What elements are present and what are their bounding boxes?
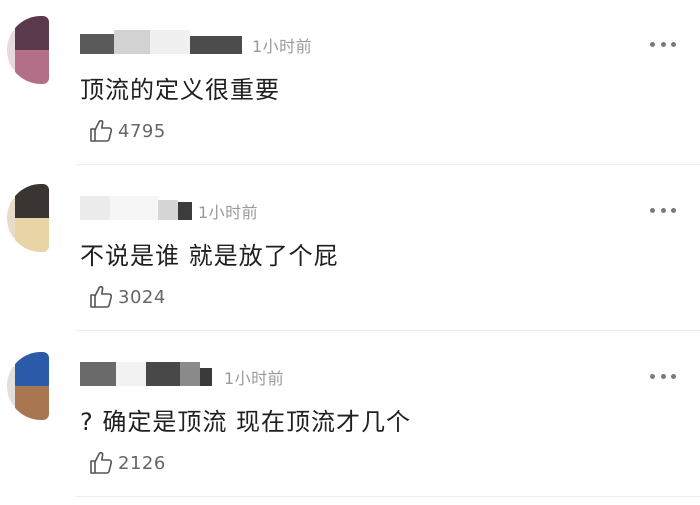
username-redacted[interactable]	[80, 362, 212, 386]
divider	[76, 164, 700, 165]
thumbs-up-icon	[90, 119, 113, 142]
comment-time: 1小时前	[252, 37, 313, 56]
comment-text: 顶流的定义很重要	[80, 76, 280, 104]
comment-text: 不说是谁 就是放了个屁	[80, 242, 339, 270]
divider	[76, 496, 700, 497]
comment-time: 1小时前	[224, 369, 285, 388]
thumbs-up-icon	[90, 285, 113, 308]
comment-item: 1小时前 顶流的定义很重要 4795	[0, 0, 700, 166]
avatar[interactable]	[7, 184, 49, 252]
comment-time: 1小时前	[198, 203, 259, 222]
more-dots-icon[interactable]	[650, 372, 676, 380]
comment-item: 1小时前 ? 确定是顶流 现在顶流才几个 2126	[0, 332, 700, 498]
avatar[interactable]	[7, 16, 49, 84]
thumbs-up-icon	[90, 451, 113, 474]
username-redacted[interactable]	[80, 196, 192, 220]
like-button[interactable]: 2126	[88, 450, 166, 476]
more-dots-icon[interactable]	[650, 40, 676, 48]
like-count: 2126	[118, 452, 166, 474]
like-button[interactable]: 4795	[88, 118, 166, 144]
comment-item: 1小时前 不说是谁 就是放了个屁 3024	[0, 166, 700, 332]
comment-text: ? 确定是顶流 现在顶流才几个	[80, 408, 411, 436]
more-dots-icon[interactable]	[650, 206, 676, 214]
username-redacted[interactable]	[80, 30, 242, 54]
avatar[interactable]	[7, 352, 49, 420]
like-button[interactable]: 3024	[88, 284, 166, 310]
like-count: 4795	[118, 120, 166, 142]
like-count: 3024	[118, 286, 166, 308]
divider	[76, 330, 700, 331]
